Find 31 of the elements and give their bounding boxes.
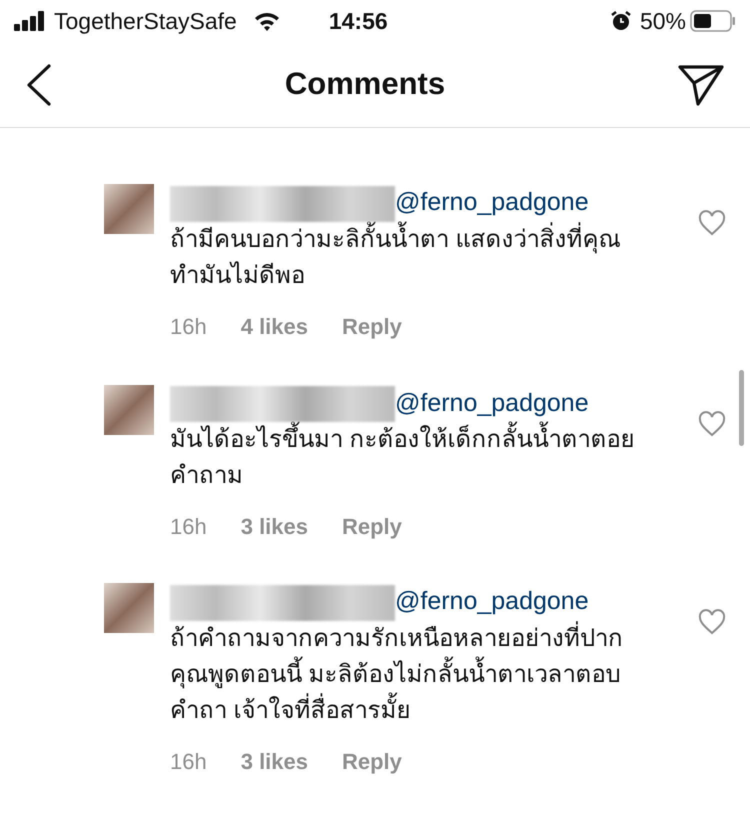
avatar-placeholder[interactable] — [104, 583, 154, 633]
signal-icon — [14, 11, 46, 31]
page-title: Comments — [284, 65, 446, 104]
heart-icon[interactable] — [698, 410, 726, 436]
comment-time: 16h — [170, 513, 207, 541]
reply-link[interactable]: Reply — [342, 510, 402, 543]
mention-link[interactable]: @ferno_padgone — [395, 583, 589, 620]
comment-time: 16h — [170, 748, 207, 776]
reply-link[interactable]: Reply — [342, 744, 402, 778]
heart-icon[interactable] — [698, 609, 726, 635]
mention-link[interactable]: @ferno_padgone — [395, 184, 589, 222]
back-icon[interactable] — [26, 64, 52, 106]
comment-text: ถ้าคำถามจากความรักเหนือหลายอย่างที่ปากคุณพูดตอนนี้ มะลิต้องไม่กลั้นน้ำตาเวลาตอบคำถา เจ้าใจที่สื่อสารมั้ย — [170, 620, 640, 728]
reply-link[interactable]: Reply — [342, 310, 402, 342]
battery-icon — [690, 10, 736, 32]
send-icon[interactable] — [678, 64, 724, 106]
wifi-icon — [252, 11, 281, 31]
battery-percent: 50% — [640, 6, 686, 36]
comment-time: 16h — [170, 312, 207, 340]
likes-link[interactable]: 3 likes — [240, 744, 308, 778]
mention-link[interactable]: @ferno_padgone — [395, 384, 589, 422]
carrier-name: TogetherStaySafe — [54, 6, 237, 36]
avatar-placeholder[interactable] — [104, 384, 154, 434]
heart-icon[interactable] — [698, 210, 726, 236]
likes-link[interactable]: 3 likes — [240, 510, 308, 543]
comment-text: ถ้ามีคนบอกว่ามะลิกั้นน้ำตา แสดงว่าสิ่งที่คุณทำมันไม่ดีพอ — [170, 222, 640, 294]
avatar-placeholder[interactable] — [104, 184, 154, 234]
alarm-icon — [610, 10, 632, 32]
status-time: 14:56 — [328, 6, 388, 36]
likes-link[interactable]: 4 likes — [240, 310, 308, 342]
comment-text: มันได้อะไรขึ้นมา กะต้องให้เด็กกลั้นน้ำตาตอยคำถาม — [170, 422, 640, 494]
